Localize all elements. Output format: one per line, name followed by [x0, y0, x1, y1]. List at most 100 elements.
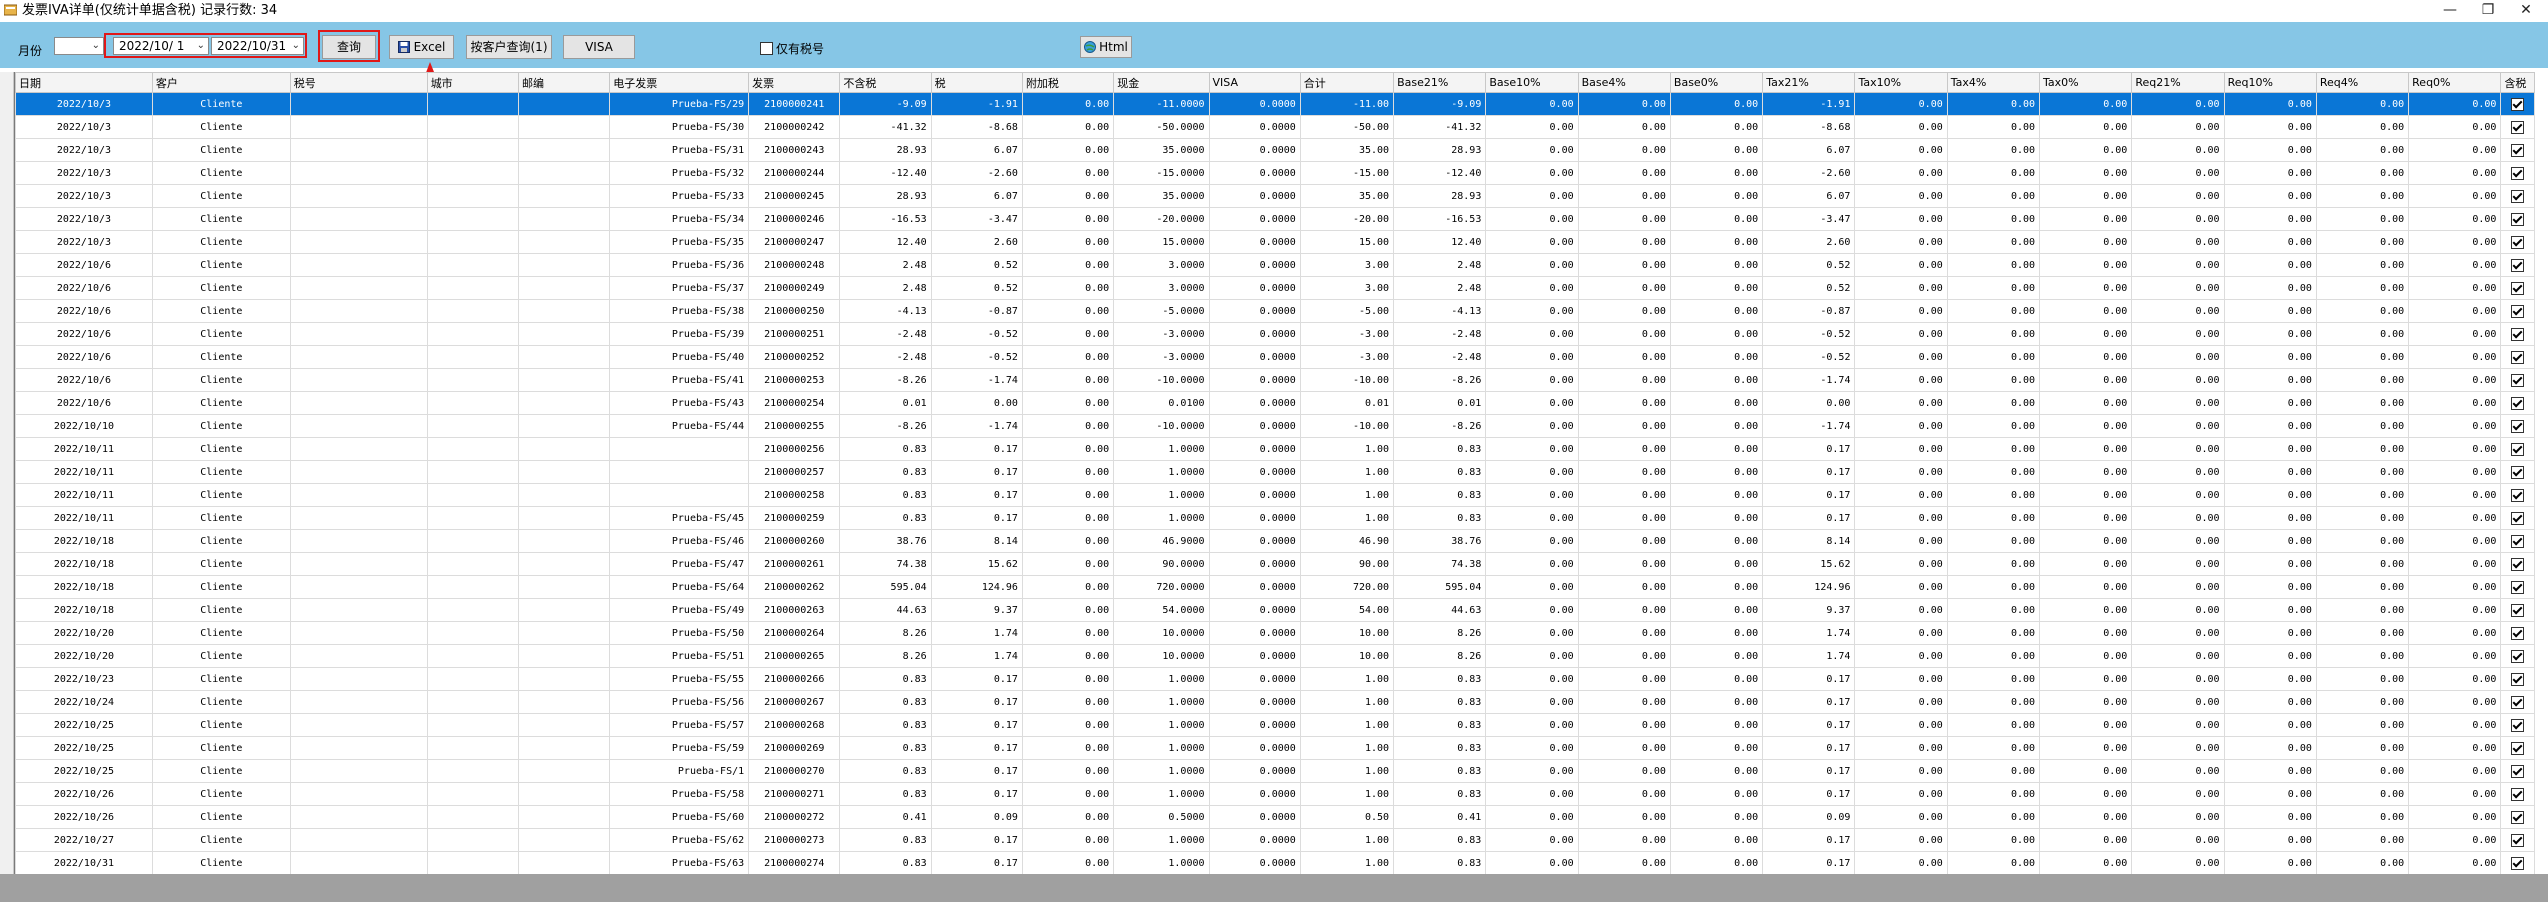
table-row[interactable]: 2022/10/27 Cliente Prueba-FS/62 2100000273 0… [15, 828, 2535, 852]
tax-included-checkbox[interactable] [2500, 437, 2535, 461]
table-row[interactable]: 2022/10/6 Cliente Prueba-FS/36 2100000248 2.… [15, 253, 2535, 277]
column-header[interactable]: Req4% [2315, 72, 2410, 93]
visa-button[interactable]: VISA [563, 35, 635, 59]
table-row[interactable]: 2022/10/3 Cliente Prueba-FS/31 2100000243 28… [15, 138, 2535, 162]
tax-included-checkbox[interactable] [2500, 644, 2535, 668]
excel-button[interactable]: Excel [389, 35, 454, 59]
table-row[interactable]: 2022/10/18 Cliente Prueba-FS/47 2100000261 7… [15, 552, 2535, 576]
table-row[interactable]: 2022/10/11 Cliente Prueba-FS/45 2100000259 0… [15, 506, 2535, 530]
tax-included-checkbox[interactable] [2500, 92, 2535, 116]
only-tax-checkbox[interactable]: 仅有税号 [760, 40, 824, 57]
column-header[interactable]: 税号 [289, 72, 428, 93]
tax-included-checkbox[interactable] [2500, 253, 2535, 277]
table-row[interactable]: 2022/10/26 Cliente Prueba-FS/58 2100000271 0… [15, 782, 2535, 806]
table-row[interactable]: 2022/10/6 Cliente Prueba-FS/39 2100000251 -2… [15, 322, 2535, 346]
table-row[interactable]: 2022/10/20 Cliente Prueba-FS/51 2100000265 8… [15, 644, 2535, 668]
table-row[interactable]: 2022/10/6 Cliente Prueba-FS/41 2100000253 -8… [15, 368, 2535, 392]
table-row[interactable]: 2022/10/20 Cliente Prueba-FS/50 2100000264 8… [15, 621, 2535, 645]
tax-included-checkbox[interactable] [2500, 805, 2535, 829]
html-button[interactable]: Html [1080, 36, 1132, 58]
column-header[interactable]: Req21% [2131, 72, 2225, 93]
tax-included-checkbox[interactable] [2500, 345, 2535, 369]
tax-included-checkbox[interactable] [2500, 483, 2535, 507]
tax-included-checkbox[interactable] [2500, 851, 2535, 875]
tax-included-checkbox[interactable] [2500, 621, 2535, 645]
table-row[interactable]: 2022/10/6 Cliente Prueba-FS/37 2100000249 2.… [15, 276, 2535, 300]
table-row[interactable]: 2022/10/6 Cliente Prueba-FS/38 2100000250 -4… [15, 299, 2535, 323]
tax-included-checkbox[interactable] [2500, 230, 2535, 254]
tax-included-checkbox[interactable] [2500, 598, 2535, 622]
maximize-button[interactable]: ❐ [2470, 0, 2506, 20]
minimize-button[interactable]: — [2432, 0, 2468, 20]
column-header[interactable]: 税 [930, 72, 1023, 93]
table-row[interactable]: 2022/10/18 Cliente Prueba-FS/46 2100000260 3… [15, 529, 2535, 553]
column-header[interactable]: 合计 [1299, 72, 1395, 93]
table-row[interactable]: 2022/10/11 Cliente 2100000257 0.83 0.17 0.00 1… [15, 460, 2535, 484]
tax-included-checkbox[interactable] [2500, 575, 2535, 599]
column-header[interactable]: Tax4% [1946, 72, 2041, 93]
column-header[interactable]: 发票 [748, 72, 841, 93]
table-row[interactable]: 2022/10/3 Cliente Prueba-FS/30 2100000242 -4… [15, 115, 2535, 139]
close-button[interactable]: ✕ [2508, 0, 2544, 20]
table-row[interactable]: 2022/10/25 Cliente Prueba-FS/59 2100000269 0… [15, 736, 2535, 760]
column-header[interactable]: VISA [1208, 72, 1301, 93]
invoice-grid[interactable]: 日期 客户 税号 城市 邮编 电子发票 发票 不含税税附加税 现金 VISA 合计 Base21% Ba… [14, 72, 2535, 875]
tax-included-checkbox[interactable] [2500, 736, 2535, 760]
table-row[interactable]: 2022/10/11 Cliente 2100000256 0.83 0.17 0.00 1… [15, 437, 2535, 461]
tax-included-checkbox[interactable] [2500, 161, 2535, 185]
table-row[interactable]: 2022/10/10 Cliente Prueba-FS/44 2100000255-… [15, 414, 2535, 438]
table-row[interactable]: 2022/10/3 Cliente Prueba-FS/34 2100000246 -1… [15, 207, 2535, 231]
table-row[interactable]: 2022/10/18 Cliente Prueba-FS/64 2100000262 5… [15, 575, 2535, 599]
column-header[interactable]: 邮编 [517, 72, 611, 93]
column-header[interactable]: 现金 [1113, 72, 1210, 93]
column-header[interactable]: 日期 [15, 72, 153, 93]
table-row[interactable]: 2022/10/23 Cliente Prueba-FS/55 2100000266 0… [15, 667, 2535, 691]
table-row[interactable]: 2022/10/18 Cliente Prueba-FS/49 2100000263 4… [15, 598, 2535, 622]
column-header[interactable]: Tax0% [2039, 72, 2133, 93]
column-header[interactable]: Base10% [1485, 72, 1579, 93]
column-header[interactable]: 不含税 [839, 72, 932, 93]
table-row[interactable]: 2022/10/26 Cliente Prueba-FS/60 2100000272 0… [15, 805, 2535, 829]
month-select[interactable]: ⌄ [54, 37, 104, 55]
table-row[interactable]: 2022/10/3 Cliente Prueba-FS/33 2100000245 28… [15, 184, 2535, 208]
table-row[interactable]: 2022/10/3 Cliente Prueba-FS/35 2100000247 12… [15, 230, 2535, 254]
table-row[interactable]: 2022/10/6 Cliente Prueba-FS/43 2100000254 0.… [15, 391, 2535, 415]
column-header[interactable]: 客户 [151, 72, 291, 93]
tax-included-checkbox[interactable] [2500, 759, 2535, 783]
column-header[interactable]: 电子发票 [609, 72, 750, 93]
tax-included-checkbox[interactable] [2500, 713, 2535, 737]
tax-included-checkbox[interactable] [2500, 115, 2535, 139]
column-header[interactable]: 附加税 [1021, 72, 1115, 93]
column-header[interactable]: Tax21% [1762, 72, 1856, 93]
tax-included-checkbox[interactable] [2500, 460, 2535, 484]
column-header[interactable]: Base21% [1393, 72, 1487, 93]
tax-included-checkbox[interactable] [2500, 414, 2535, 438]
tax-included-checkbox[interactable] [2500, 391, 2535, 415]
table-row[interactable]: 2022/10/3 Cliente Prueba-FS/32 2100000244 -1… [15, 161, 2535, 185]
customer-query-button[interactable]: 按客户查询(1) [466, 35, 552, 59]
column-header[interactable]: Req0% [2408, 72, 2502, 93]
column-header[interactable]: Base4% [1577, 72, 1671, 93]
column-header[interactable]: 含税 [2500, 72, 2535, 93]
tax-included-checkbox[interactable] [2500, 552, 2535, 576]
tax-included-checkbox[interactable] [2500, 690, 2535, 714]
tax-included-checkbox[interactable] [2500, 828, 2535, 852]
tax-included-checkbox[interactable] [2500, 138, 2535, 162]
table-row[interactable]: 2022/10/24 Cliente Prueba-FS/56 2100000267 0… [15, 690, 2535, 714]
tax-included-checkbox[interactable] [2500, 782, 2535, 806]
table-row[interactable]: 2022/10/25 Cliente Prueba-FS/57 2100000268 0… [15, 713, 2535, 737]
tax-included-checkbox[interactable] [2500, 207, 2535, 231]
column-header[interactable]: Req10% [2223, 72, 2317, 93]
tax-included-checkbox[interactable] [2500, 529, 2535, 553]
column-header[interactable]: Tax10% [1854, 72, 1948, 93]
column-header[interactable]: Base0% [1669, 72, 1764, 93]
table-row[interactable]: 2022/10/25 Cliente Prueba-FS/1 2100000270 0.… [15, 759, 2535, 783]
tax-included-checkbox[interactable] [2500, 667, 2535, 691]
tax-included-checkbox[interactable] [2500, 506, 2535, 530]
tax-included-checkbox[interactable] [2500, 368, 2535, 392]
table-row[interactable]: 2022/10/6 Cliente Prueba-FS/40 2100000252 -2… [15, 345, 2535, 369]
column-header[interactable]: 城市 [426, 72, 519, 93]
table-row[interactable]: 2022/10/11 Cliente 2100000258 0.83 0.17 0.00 1… [15, 483, 2535, 507]
tax-included-checkbox[interactable] [2500, 184, 2535, 208]
tax-included-checkbox[interactable] [2500, 276, 2535, 300]
